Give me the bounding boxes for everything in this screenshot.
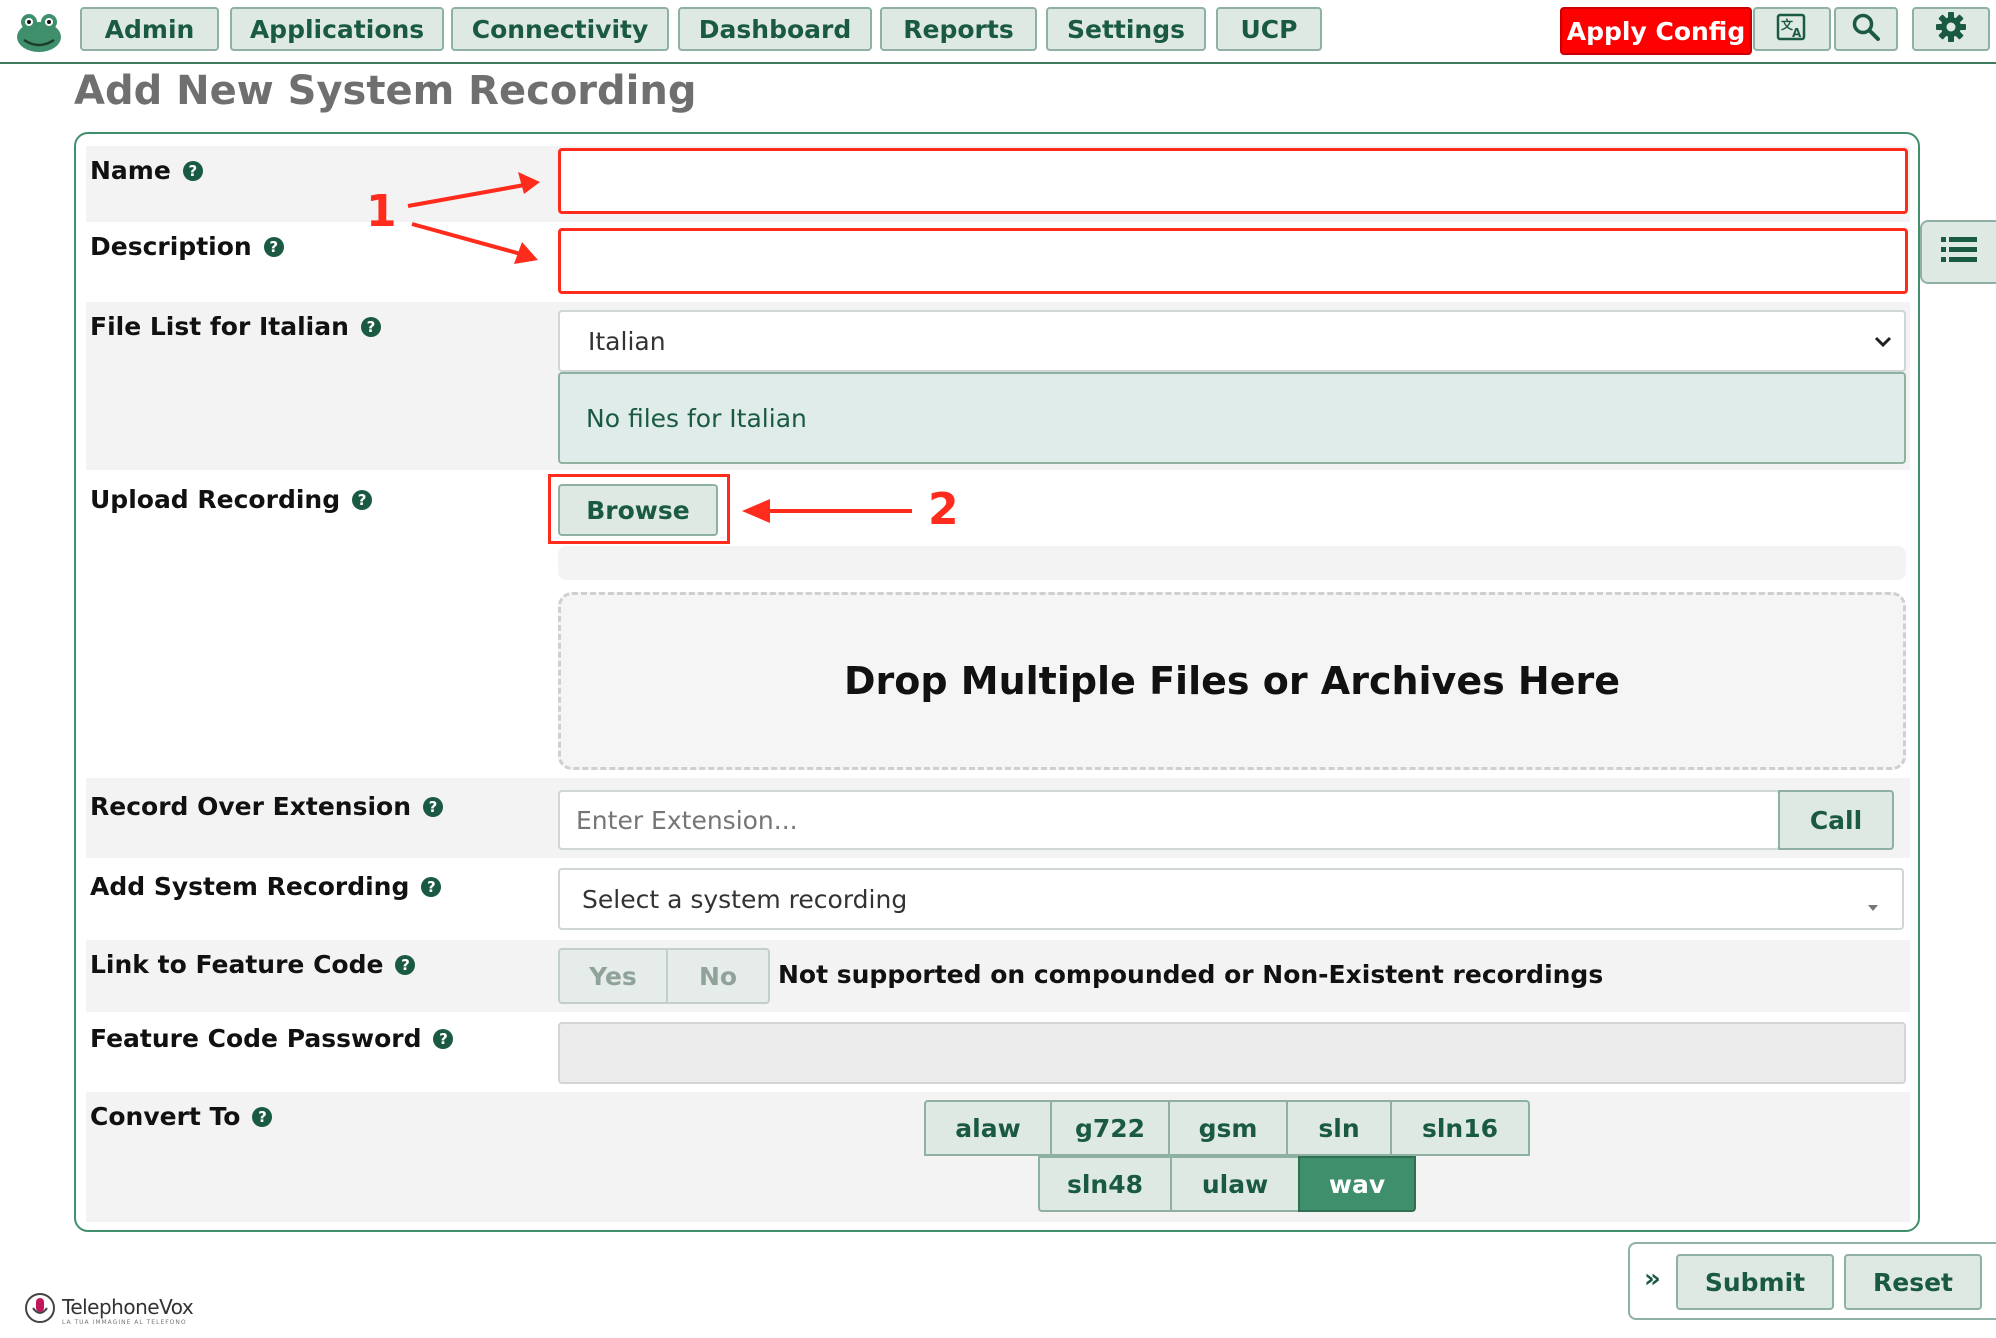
help-icon[interactable]: ?: [433, 1028, 454, 1049]
search-button[interactable]: [1834, 7, 1898, 51]
help-icon[interactable]: ?: [421, 876, 442, 897]
format-group-row1: alaw g722 gsm sln sln16: [924, 1100, 1530, 1156]
help-icon[interactable]: ?: [352, 489, 373, 510]
side-list-toggle[interactable]: [1920, 220, 1996, 284]
gear-icon: [1935, 11, 1967, 47]
add-system-label: Add System Recording?: [90, 872, 442, 901]
nav-settings[interactable]: Settings: [1046, 7, 1206, 51]
help-icon[interactable]: ?: [263, 236, 284, 257]
nav-dashboard[interactable]: Dashboard: [678, 7, 872, 51]
help-icon[interactable]: ?: [395, 954, 416, 975]
svg-text:A: A: [1792, 26, 1802, 40]
link-feature-label: Link to Feature Code?: [90, 950, 416, 979]
no-option[interactable]: No: [666, 948, 770, 1004]
format-wav[interactable]: wav: [1298, 1156, 1416, 1212]
feature-password-input[interactable]: [558, 1022, 1906, 1084]
reset-button[interactable]: Reset: [1844, 1254, 1982, 1310]
annotation-number-1: 1: [366, 186, 397, 237]
help-icon[interactable]: ?: [423, 796, 443, 817]
settings-button[interactable]: [1912, 7, 1990, 51]
description-input[interactable]: [558, 228, 1908, 294]
format-g722[interactable]: g722: [1050, 1100, 1170, 1156]
format-gsm[interactable]: gsm: [1168, 1100, 1288, 1156]
annotation-number-2: 2: [928, 484, 959, 535]
brand-name: TelephoneVox: [62, 1294, 194, 1319]
format-group-row2: sln48 ulaw wav: [1038, 1156, 1416, 1212]
name-label: Name?: [90, 156, 203, 185]
convert-label: Convert To?: [90, 1102, 273, 1131]
annotation-arrow-2: [742, 499, 912, 523]
chevron-down-icon: [1866, 892, 1880, 921]
feature-password-label: Feature Code Password?: [90, 1024, 454, 1053]
brand-logo: TelephoneVox LA TUA IMMAGINE AL TELEFONO: [24, 1292, 194, 1328]
format-sln16[interactable]: sln16: [1390, 1100, 1530, 1156]
format-ulaw[interactable]: ulaw: [1170, 1156, 1300, 1212]
call-button[interactable]: Call: [1778, 790, 1894, 850]
help-icon[interactable]: ?: [252, 1106, 273, 1127]
annotation-arrows-1: [407, 172, 540, 264]
format-alaw[interactable]: alaw: [924, 1100, 1052, 1156]
record-over-label: Record Over Extension?: [90, 792, 443, 821]
yes-option[interactable]: Yes: [558, 948, 668, 1004]
expand-icon[interactable]: »: [1644, 1264, 1661, 1294]
link-feature-toggle: Yes No: [558, 948, 770, 1004]
translate-icon: 文 A: [1775, 10, 1809, 48]
brand-tagline: LA TUA IMMAGINE AL TELEFONO: [62, 1318, 187, 1326]
search-icon: [1851, 12, 1881, 46]
top-nav: Admin Applications Connectivity Dashboar…: [0, 0, 1996, 64]
page-title: Add New System Recording: [74, 68, 697, 114]
nav-applications[interactable]: Applications: [230, 7, 444, 51]
description-label: Description?: [90, 232, 284, 261]
link-feature-note: Not supported on compounded or Non-Exist…: [778, 960, 1604, 989]
file-list-label: File List for Italian?: [90, 312, 381, 341]
language-select[interactable]: Italian: [558, 310, 1906, 372]
frog-logo-icon[interactable]: [14, 10, 64, 54]
name-input[interactable]: [558, 148, 1908, 214]
microphone-icon: [24, 1292, 56, 1328]
format-sln48[interactable]: sln48: [1038, 1156, 1172, 1212]
help-icon[interactable]: ?: [182, 160, 203, 181]
upload-progress: [558, 546, 1906, 580]
submit-button[interactable]: Submit: [1676, 1254, 1834, 1310]
nav-reports[interactable]: Reports: [880, 7, 1037, 51]
chevron-down-icon: [1872, 330, 1894, 359]
nav-admin[interactable]: Admin: [80, 7, 219, 51]
format-sln[interactable]: sln: [1286, 1100, 1392, 1156]
language-button[interactable]: 文 A: [1753, 7, 1831, 51]
list-icon: [1941, 236, 1977, 268]
extension-input[interactable]: [558, 790, 1780, 850]
dropzone[interactable]: Drop Multiple Files or Archives Here: [558, 592, 1906, 770]
action-bar: » Submit Reset: [1628, 1242, 1996, 1320]
system-recording-select[interactable]: Select a system recording: [558, 868, 1904, 930]
help-icon[interactable]: ?: [360, 316, 381, 337]
no-files-box: No files for Italian: [558, 372, 1906, 464]
nav-connectivity[interactable]: Connectivity: [451, 7, 669, 51]
browse-button[interactable]: Browse: [558, 484, 718, 536]
nav-ucp[interactable]: UCP: [1216, 7, 1322, 51]
apply-config-button[interactable]: Apply Config: [1560, 7, 1752, 55]
upload-label: Upload Recording?: [90, 485, 373, 514]
